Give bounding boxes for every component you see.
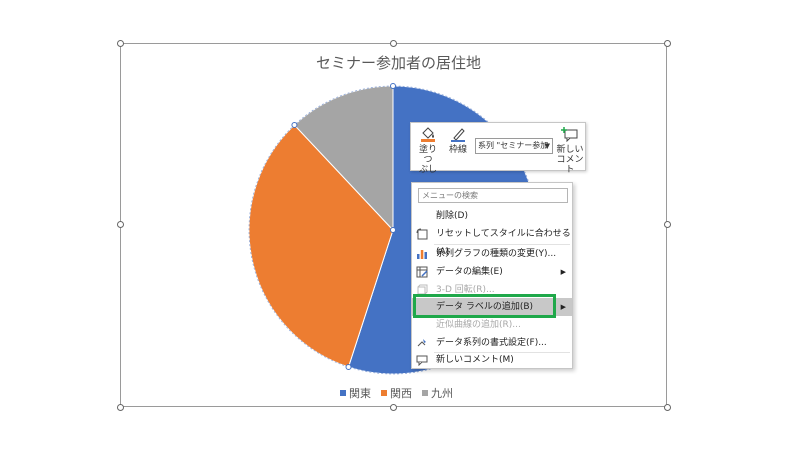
- series-selection-point: [291, 122, 298, 129]
- menu-item-reset-style[interactable]: リセットしてスタイルに合わせる(A): [412, 225, 572, 257]
- outline-button[interactable]: 枠線: [445, 126, 471, 155]
- menu-item-new-comment[interactable]: 新しいコメント(M): [412, 351, 572, 369]
- context-menu: メニューの検索 削除(D) リセットしてスタイルに合わせる(A) 系列グラフの種…: [411, 182, 573, 369]
- series-select-value: 系列 "セミナー参加: [478, 141, 549, 150]
- new-comment-icon: [561, 127, 578, 143]
- menu-item-label: 新しいコメント(M): [436, 355, 514, 365]
- new-comment-label-line2: コメント: [556, 155, 584, 175]
- new-comment-button[interactable]: 新しい コメント: [555, 126, 585, 175]
- menu-item-delete[interactable]: 削除(D): [412, 207, 572, 225]
- highlight-annotation-box: [413, 294, 556, 318]
- format-series-icon: [417, 339, 426, 347]
- menu-search-input[interactable]: メニューの検索: [418, 188, 568, 203]
- series-select[interactable]: 系列 "セミナー参加 ▼: [475, 138, 553, 154]
- menu-item-label: データ系列の書式設定(F)...: [436, 338, 547, 348]
- series-selection-point: [345, 363, 352, 370]
- bar-chart-icon: [417, 250, 427, 259]
- series-selection-point: [390, 83, 396, 89]
- reset-style-icon: [416, 228, 428, 240]
- new-comment-label-line1: 新しい: [556, 145, 584, 155]
- menu-item-label: データの編集(E): [436, 267, 503, 277]
- pen-icon: [451, 128, 465, 142]
- submenu-arrow-icon: ▶: [560, 303, 566, 311]
- chevron-down-icon: ▼: [544, 142, 550, 150]
- chart-legend[interactable]: 関東 関西 九州: [340, 385, 453, 401]
- legend-swatch-kyushu: [422, 390, 428, 396]
- series-selection-point: [390, 227, 396, 233]
- fill-button[interactable]: 塗りつ ぶし: [415, 126, 441, 175]
- menu-item-label: 近似曲線の追加(R)...: [436, 320, 521, 330]
- legend-item-kyushu[interactable]: 九州: [422, 385, 453, 401]
- menu-item-format-data-series[interactable]: データ系列の書式設定(F)...: [412, 334, 572, 352]
- menu-item-add-trendline: 近似曲線の追加(R)...: [412, 316, 572, 334]
- legend-label-kanto: 関東: [349, 387, 371, 400]
- paint-bucket-icon: [421, 127, 435, 142]
- fill-label-line2: ぶし: [418, 165, 437, 175]
- fill-label-line1: 塗りつ: [418, 145, 437, 165]
- legend-label-kyushu: 九州: [431, 387, 453, 400]
- legend-swatch-kansai: [381, 390, 387, 396]
- edit-data-icon: [416, 266, 428, 278]
- comment-icon: [416, 355, 428, 366]
- menu-item-label: 系列グラフの種類の変更(Y)...: [436, 249, 557, 259]
- submenu-arrow-icon: ▶: [560, 268, 566, 276]
- outline-label: 枠線: [448, 145, 467, 155]
- mini-toolbar: 塗りつ ぶし 枠線 系列 "セミナー参加 ▼ 新しい コメント: [410, 122, 586, 175]
- legend-swatch-kanto: [340, 390, 346, 396]
- legend-item-kanto[interactable]: 関東: [340, 385, 371, 401]
- menu-item-change-chart-type[interactable]: 系列グラフの種類の変更(Y)...: [412, 245, 572, 263]
- menu-item-label: 削除(D): [436, 211, 468, 221]
- legend-item-kansai[interactable]: 関西: [381, 385, 412, 401]
- menu-item-edit-data[interactable]: データの編集(E) ▶: [412, 263, 572, 281]
- legend-label-kansai: 関西: [390, 387, 412, 400]
